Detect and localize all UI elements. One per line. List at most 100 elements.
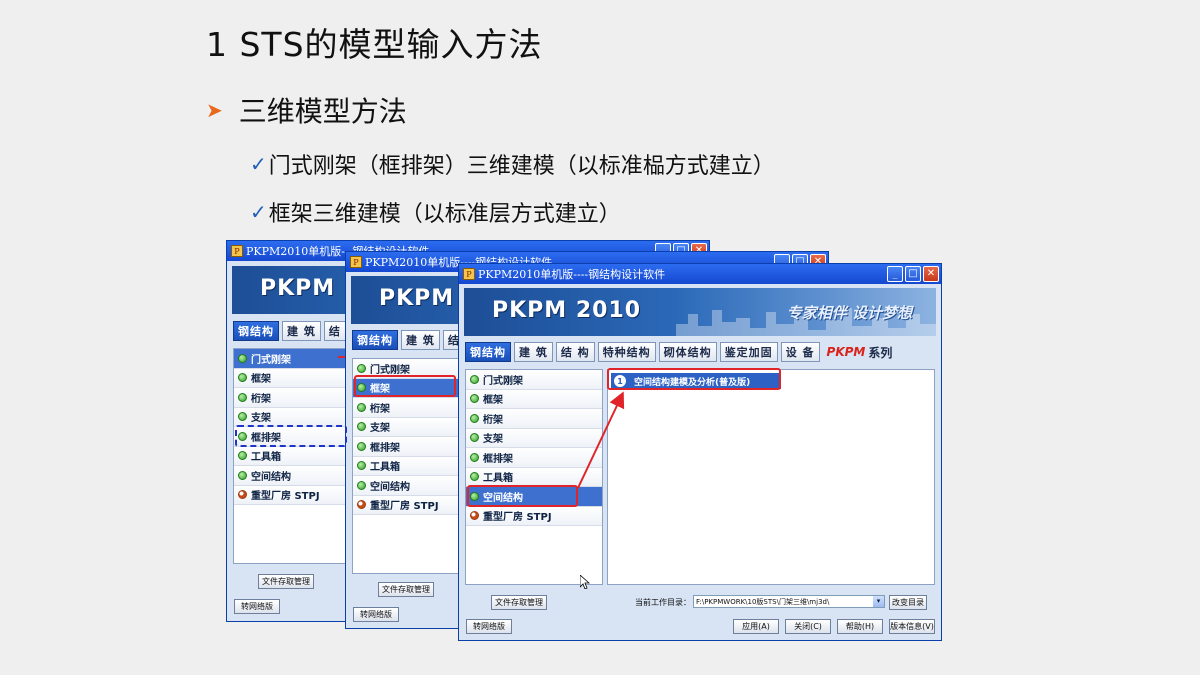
red-highlight-module bbox=[607, 368, 781, 390]
list-item-space-structure[interactable]: 空间结构 bbox=[234, 466, 352, 486]
list-item-toolbox[interactable]: 工具箱 bbox=[353, 456, 461, 476]
bullet-green-icon bbox=[470, 413, 479, 423]
mouse-cursor-icon bbox=[580, 575, 590, 589]
slide-title: 1 STS的模型输入方法 bbox=[206, 25, 543, 64]
title-bar[interactable]: P PKPM2010单机版----钢结构设计软件 _ □ ✕ bbox=[459, 264, 941, 284]
close-icon[interactable]: ✕ bbox=[923, 266, 939, 282]
chevron-down-icon[interactable]: ▾ bbox=[873, 596, 884, 607]
tab-architecture[interactable]: 建 筑 bbox=[514, 342, 553, 362]
bullet-green-icon bbox=[357, 363, 366, 373]
app-icon: P bbox=[350, 256, 362, 268]
apply-button[interactable]: 应用(A) bbox=[733, 619, 779, 634]
tab-architecture[interactable]: 建 筑 bbox=[282, 321, 321, 341]
brand-suffix: 系列 bbox=[868, 345, 893, 360]
window-front: P PKPM2010单机版----钢结构设计软件 _ □ ✕ PKPM 2010… bbox=[458, 263, 942, 641]
banner: PKPM 2010 专家相伴 设计梦想 bbox=[464, 288, 936, 336]
file-manager-button[interactable]: 文件存取管理 bbox=[258, 574, 314, 589]
sub-bullet-2-text: 框架三维建模（以标准层方式建立） bbox=[268, 202, 621, 227]
bullet-green-icon bbox=[470, 433, 479, 443]
red-highlight-space-structure bbox=[467, 485, 578, 507]
list-item-bracket[interactable]: 支架 bbox=[353, 417, 461, 437]
list-item-heavy-plant[interactable]: 重型厂房 STPJ bbox=[466, 506, 602, 526]
bullet-green-icon bbox=[238, 412, 247, 422]
list-item-portal-frame[interactable]: 门式刚架 bbox=[466, 370, 602, 390]
bullet-green-icon bbox=[470, 374, 479, 384]
bullet-main: ➤ 三维模型方法 bbox=[206, 90, 407, 130]
list-item-frame[interactable]: 框架 bbox=[234, 368, 352, 388]
bullet-green-icon bbox=[470, 394, 479, 404]
file-manager-button[interactable]: 文件存取管理 bbox=[378, 582, 434, 597]
app-icon: P bbox=[463, 268, 475, 280]
bullet-orange-icon bbox=[470, 511, 479, 521]
bullet-green-icon bbox=[238, 470, 247, 480]
list-item-bent-frame[interactable]: 框排架 bbox=[353, 437, 461, 457]
slogan: 专家相伴 设计梦想 bbox=[786, 304, 912, 322]
work-dir-label: 当前工作目录： bbox=[635, 598, 691, 607]
app-icon: P bbox=[231, 245, 243, 257]
bullet-orange-icon bbox=[357, 500, 366, 510]
bullet-green-icon bbox=[470, 472, 479, 482]
dashed-highlight-bent-frame bbox=[235, 425, 347, 447]
bullet-green-icon bbox=[357, 422, 366, 432]
module-tabs: 钢结构 建 筑 结 构 特种结构 砌体结构 鉴定加固 设 备 PKPM 系列 bbox=[465, 342, 892, 362]
list-item-bent-frame[interactable]: 框排架 bbox=[466, 448, 602, 468]
pkpm-series-brand: PKPM 系列 bbox=[827, 342, 893, 362]
switch-network-button[interactable]: 转网络版 bbox=[234, 599, 280, 614]
bullet-orange-icon bbox=[238, 490, 247, 500]
check-icon: ✓ bbox=[250, 200, 267, 224]
sub-bullet-1-text: 门式刚架（框排架）三维建模（以标准榀方式建立） bbox=[268, 154, 775, 179]
tab-equipment[interactable]: 设 备 bbox=[780, 342, 820, 362]
list-item-heavy-plant[interactable]: 重型厂房 STPJ bbox=[353, 495, 461, 515]
bullet-main-text: 三维模型方法 bbox=[238, 95, 407, 128]
bullet-arrow-icon: ➤ bbox=[206, 98, 223, 122]
minimize-icon[interactable]: _ bbox=[887, 266, 903, 282]
tab-structure[interactable]: 结 构 bbox=[555, 342, 595, 362]
bullet-green-icon bbox=[238, 353, 247, 363]
module-pane: 1 空间结构建模及分析(普及版) bbox=[607, 369, 935, 585]
tab-architecture[interactable]: 建 筑 bbox=[401, 330, 440, 350]
work-dir-value: F:\PKPMWORK\10版STS\门架三维\mj3d\ bbox=[696, 597, 830, 606]
bullet-green-icon bbox=[470, 452, 479, 462]
help-button[interactable]: 帮助(H) bbox=[837, 619, 883, 634]
bullet-green-icon bbox=[238, 392, 247, 402]
pkpm-logo: PKPM 2010 bbox=[492, 298, 642, 323]
module-tabs: 钢结构 建 筑 结 构 bbox=[233, 321, 363, 341]
program-list: 门式刚架 框架 桁架 支架 框排架 工具箱 空间结构 重型厂房 STPJ bbox=[465, 369, 603, 585]
work-dir-select[interactable]: F:\PKPMWORK\10版STS\门架三维\mj3d\ ▾ bbox=[693, 595, 885, 608]
list-item-toolbox[interactable]: 工具箱 bbox=[234, 446, 352, 466]
list-item-frame[interactable]: 框架 bbox=[466, 389, 602, 409]
list-item-truss[interactable]: 桁架 bbox=[234, 388, 352, 408]
tab-steel[interactable]: 钢结构 bbox=[233, 321, 279, 341]
list-item-heavy-plant[interactable]: 重型厂房 STPJ bbox=[234, 485, 352, 505]
list-item-truss[interactable]: 桁架 bbox=[466, 409, 602, 429]
close-button[interactable]: 关闭(C) bbox=[785, 619, 831, 634]
tab-masonry[interactable]: 砌体结构 bbox=[658, 342, 717, 362]
bullet-green-icon bbox=[238, 373, 247, 383]
switch-network-button[interactable]: 转网络版 bbox=[353, 607, 399, 622]
bullet-green-icon bbox=[357, 480, 366, 490]
list-item-space-structure[interactable]: 空间结构 bbox=[353, 476, 461, 496]
tab-steel[interactable]: 钢结构 bbox=[465, 342, 511, 362]
list-item-portal-frame[interactable]: 门式刚架 bbox=[234, 349, 352, 369]
list-item-bracket[interactable]: 支架 bbox=[466, 428, 602, 448]
sub-bullet-1: ✓ 门式刚架（框排架）三维建模（以标准榀方式建立） bbox=[250, 148, 775, 180]
window-title: PKPM2010单机版----钢结构设计软件 bbox=[478, 268, 666, 281]
tab-steel[interactable]: 钢结构 bbox=[352, 330, 398, 350]
maximize-icon[interactable]: □ bbox=[905, 266, 921, 282]
bullet-green-icon bbox=[238, 451, 247, 461]
version-info-button[interactable]: 版本信息(V) bbox=[889, 619, 935, 634]
file-manager-button[interactable]: 文件存取管理 bbox=[491, 595, 547, 610]
tab-retrofit[interactable]: 鉴定加固 bbox=[719, 342, 778, 362]
list-item-truss[interactable]: 桁架 bbox=[353, 398, 461, 418]
bullet-green-icon bbox=[357, 402, 366, 412]
bullet-green-icon bbox=[357, 461, 366, 471]
sub-bullet-2: ✓ 框架三维建模（以标准层方式建立） bbox=[250, 196, 621, 228]
red-highlight-frame bbox=[354, 375, 456, 397]
switch-network-button[interactable]: 转网络版 bbox=[466, 619, 512, 634]
tab-special-structure[interactable]: 特种结构 bbox=[597, 342, 656, 362]
change-dir-button[interactable]: 改变目录 bbox=[889, 595, 927, 610]
check-icon: ✓ bbox=[250, 152, 267, 176]
brand-name: PKPM bbox=[826, 345, 866, 359]
program-list: 门式刚架 框架 桁架 支架 框排架 工具箱 空间结构 重型厂房 STPJ bbox=[233, 348, 353, 564]
bullet-green-icon bbox=[357, 441, 366, 451]
